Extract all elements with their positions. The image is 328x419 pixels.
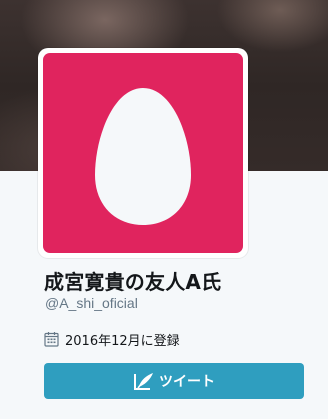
egg-icon (95, 88, 191, 225)
quill-icon (134, 373, 153, 390)
tweet-button[interactable]: ツイート (44, 363, 304, 399)
calendar-icon (44, 332, 59, 347)
tweet-button-label: ツイート (159, 374, 215, 390)
display-name[interactable]: 成宮寛貴の友人A氏 (44, 266, 221, 295)
screen-name[interactable]: @A_shi_oficial (45, 295, 138, 311)
join-date: 2016年12月に登録 (65, 333, 180, 349)
join-date-row: 2016年12月に登録 (44, 329, 180, 349)
avatar-frame[interactable] (38, 48, 248, 258)
avatar[interactable] (43, 53, 243, 253)
